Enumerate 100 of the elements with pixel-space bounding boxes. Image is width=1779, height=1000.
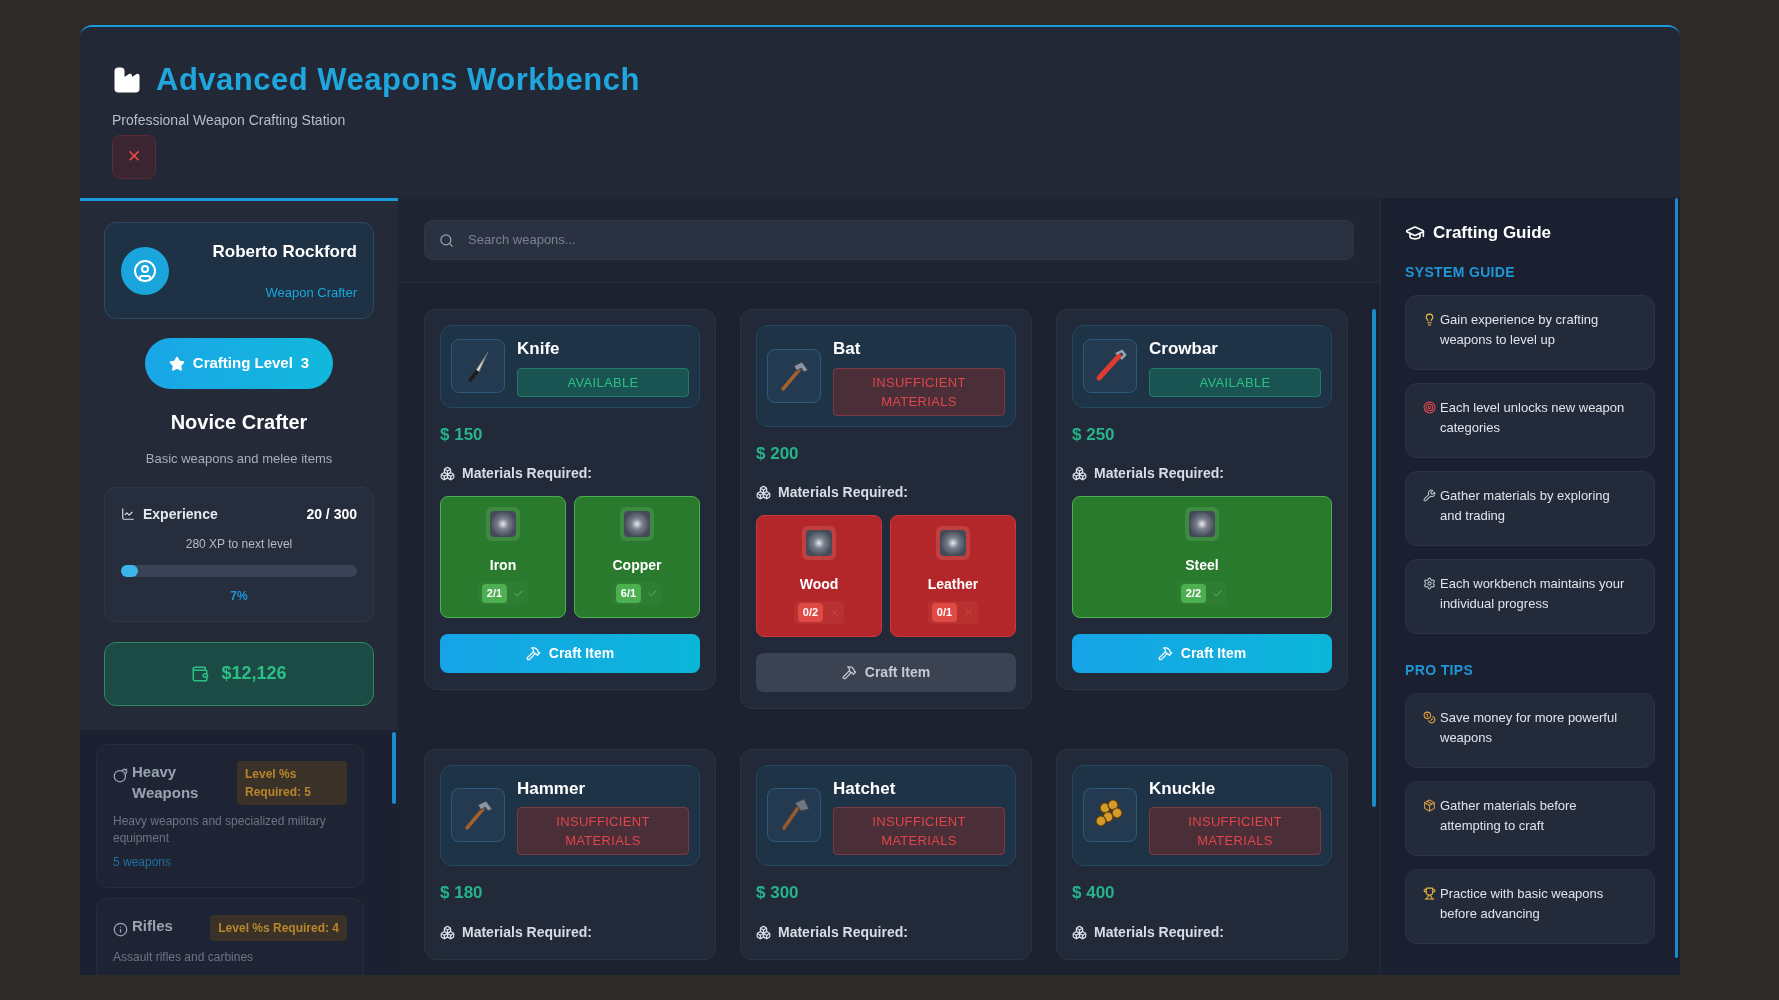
rank-title: Novice Crafter [170, 410, 308, 435]
weapon-price: $ 250 [1072, 423, 1116, 446]
weapon-name: Hammer [517, 777, 587, 800]
materials-label: Materials Required: [462, 922, 592, 942]
coins-icon [1423, 710, 1436, 724]
lightbulb-icon [1423, 312, 1436, 326]
category-name: Heavy Weapons [132, 761, 200, 803]
target-icon [1423, 400, 1436, 414]
boxes-icon [756, 924, 771, 940]
material-count: 0/2 [797, 603, 824, 622]
experience-percent: 7% [229, 587, 249, 605]
search-field[interactable]: Search weapons... [424, 220, 1354, 260]
wrench-icon [1423, 488, 1436, 502]
status-badge: INSUFFICIENT MATERIALS [833, 367, 1005, 416]
level-requirement-badge: Level %s Required: 5 [237, 760, 347, 805]
status-badge: AVAILABLE [1149, 367, 1321, 397]
close-button[interactable]: ✕ [112, 134, 156, 179]
cross-icon [829, 606, 841, 618]
experience-next: 280 XP to next level [184, 535, 294, 553]
cross-icon [963, 606, 975, 618]
boxes-icon [440, 924, 455, 940]
weapon-name: Hatchet [833, 777, 897, 800]
boxes-icon [756, 485, 771, 500]
weapon-name: Knife [517, 338, 561, 360]
experience-value: 20 / 300 [306, 504, 357, 524]
tip-text: Gain experience by crafting weapons to level up [1440, 310, 1600, 349]
window-title: Advanced Weapons Workbench [156, 61, 640, 99]
material-name: Leather [927, 575, 979, 594]
info-icon [113, 921, 128, 937]
material-icon [620, 507, 654, 541]
boxes-icon [1072, 466, 1087, 481]
tip-text: Gather materials before attempting to craft [1440, 796, 1578, 835]
level-label: Crafting Level [192, 353, 293, 374]
materials-label: Materials Required: [778, 922, 908, 942]
category-name: Rifles [132, 915, 173, 936]
boxes-icon [1072, 924, 1087, 940]
category-count: 5 weapons [113, 853, 173, 871]
gear-icon [1423, 576, 1436, 590]
material-count: 0/1 [931, 603, 958, 622]
status-badge: INSUFFICIENT MATERIALS [1149, 807, 1321, 855]
material-count: 2/2 [1180, 584, 1207, 603]
boxes-icon [440, 466, 455, 481]
category-description: Assault rifles and carbines [113, 948, 255, 966]
weapon-price: $ 300 [756, 882, 800, 904]
level-requirement-badge: Level %s Required: 4 [210, 914, 347, 941]
tip-text: Save money for more powerful weapons [1440, 708, 1619, 747]
material-count: 6/1 [615, 584, 642, 603]
window-subtitle: Professional Weapon Crafting Station [112, 110, 347, 130]
weapon-name: Crowbar [1149, 338, 1219, 360]
profile-role: Weapon Crafter [265, 283, 357, 302]
experience-label: Experience [143, 504, 219, 524]
guide-title: Crafting Guide [1433, 222, 1552, 244]
chart-icon [121, 507, 135, 521]
package-icon [1423, 798, 1436, 812]
category-card[interactable]: Heavy Weapons Level %s Required: 5 Heavy weapons and specialized military equipment 5 weapons [96, 743, 364, 888]
check-icon [1212, 587, 1224, 599]
user-icon [133, 258, 157, 283]
materials-label: Materials Required: [462, 464, 592, 483]
material-icon [936, 526, 970, 560]
material-icon [486, 507, 520, 541]
rank-description: Basic weapons and melee items [145, 450, 333, 468]
star-icon [168, 355, 185, 372]
materials-label: Materials Required: [778, 483, 908, 502]
factory-icon [112, 65, 142, 96]
tip-text: Each workbench maintains your individual progress [1440, 574, 1626, 613]
trophy-icon [1423, 886, 1436, 900]
money-amount: $12,126 [221, 662, 287, 685]
material-name: Copper [612, 556, 662, 575]
category-description: Heavy weapons and specialized military equipment [113, 812, 327, 847]
material-name: Iron [489, 556, 517, 575]
hammer-icon [1157, 645, 1173, 661]
status-badge: INSUFFICIENT MATERIALS [833, 807, 1005, 855]
guide-section-heading: SYSTEM GUIDE [1405, 262, 1516, 282]
weapon-name: Knuckle [1149, 777, 1217, 800]
guide-section-heading: PRO TIPS [1405, 660, 1475, 680]
category-card[interactable]: Rifles Level %s Required: 4 Assault rifles and carbines [96, 897, 364, 975]
hammer-icon [525, 645, 541, 661]
material-count: 2/1 [481, 584, 508, 603]
material-name: Wood [799, 575, 839, 594]
tip-text: Gather materials by exploring and trading [1440, 486, 1611, 525]
tip-text: Practice with basic weapons before advancing [1440, 884, 1605, 923]
weapon-name: Bat [833, 338, 862, 360]
profile-name: Roberto Rockford [212, 241, 357, 263]
bomb-icon [113, 767, 128, 783]
material-icon [1185, 507, 1219, 541]
material-icon [802, 526, 836, 560]
tip-text: Each level unlocks new weapon categories [1440, 398, 1626, 437]
check-icon [513, 587, 525, 599]
level-value: 3 [300, 353, 310, 374]
weapon-price: $ 180 [440, 882, 484, 904]
materials-label: Materials Required: [1094, 464, 1224, 483]
weapon-price: $ 400 [1072, 882, 1116, 904]
materials-label: Materials Required: [1094, 922, 1224, 942]
weapon-price: $ 150 [440, 423, 484, 446]
material-name: Steel [1185, 556, 1219, 575]
hammer-icon [841, 664, 857, 680]
search-icon [439, 232, 454, 248]
weapon-price: $ 200 [756, 442, 800, 465]
status-badge: INSUFFICIENT MATERIALS [517, 807, 689, 855]
check-icon [647, 587, 659, 599]
